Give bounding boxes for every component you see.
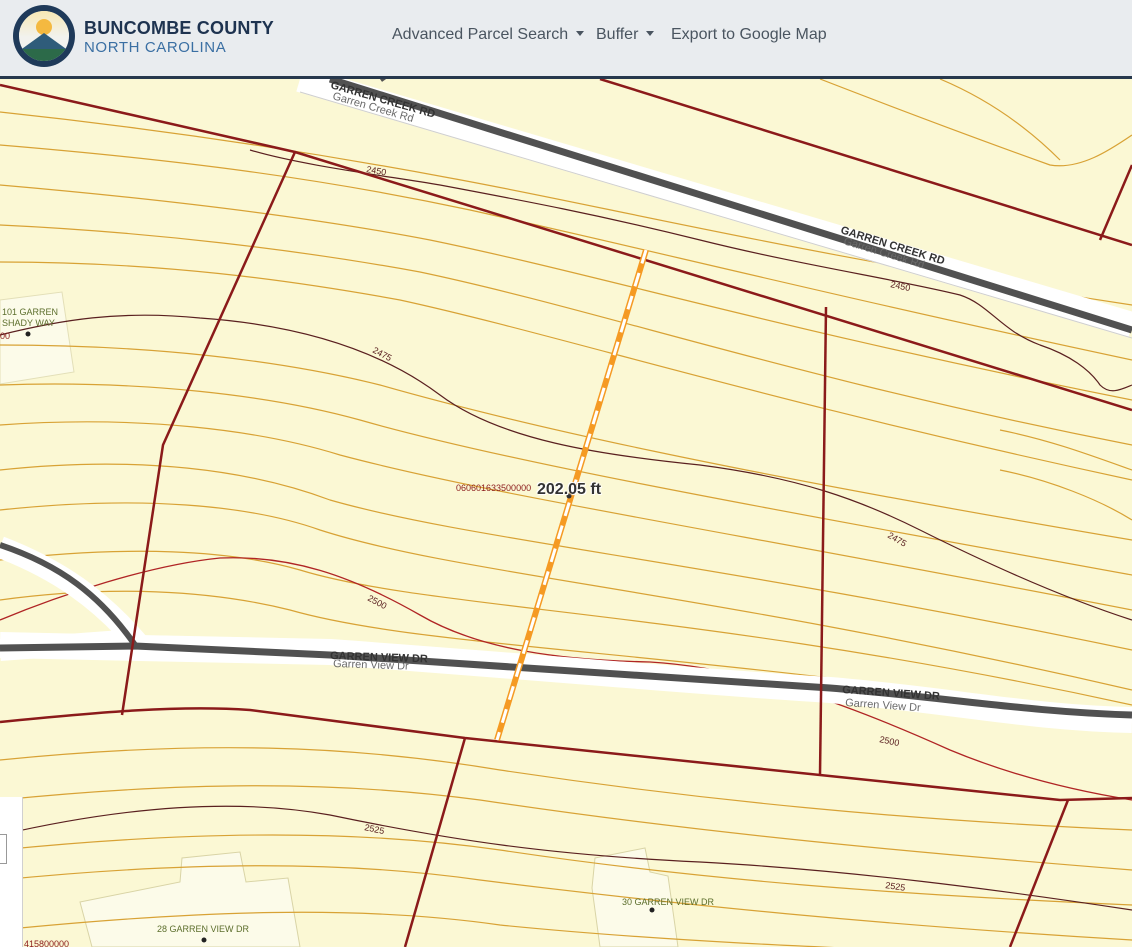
address-point — [25, 331, 31, 337]
chevron-down-icon — [576, 31, 585, 36]
brand-title[interactable]: BUNCOMBE COUNTY — [84, 18, 274, 39]
map-canvas[interactable]: GARREN CREEK RD Garren Creek Rd GARREN C… — [0, 79, 1132, 947]
address-point — [649, 907, 655, 913]
county-seal-icon — [19, 11, 69, 61]
nav-advanced-parcel-search[interactable]: Advanced Parcel Search — [392, 26, 585, 44]
nav-export-google-map[interactable]: Export to Google Map — [671, 26, 827, 44]
parcel-pin-label: 060601633500000 — [456, 483, 531, 493]
parcel-map[interactable]: GARREN CREEK RD Garren Creek Rd GARREN C… — [0, 79, 1132, 947]
nav-buffer-label: Buffer — [596, 26, 639, 43]
nav-advanced-parcel-search-label: Advanced Parcel Search — [392, 26, 569, 43]
address-point — [201, 937, 207, 943]
parcel-pin-label: 00 — [0, 331, 10, 341]
measurement-label: 202.05 ft — [537, 481, 602, 498]
top-navbar: BUNCOMBE COUNTY NORTH CAROLINA Advanced … — [0, 0, 1132, 79]
address-label: 30 GARREN VIEW DR — [622, 897, 715, 907]
brand-subtitle: NORTH CAROLINA — [84, 39, 227, 56]
address-label: 28 GARREN VIEW DR — [157, 924, 250, 934]
chevron-down-icon — [646, 31, 655, 36]
address-label: SHADY WAY — [2, 318, 55, 328]
address-label: 101 GARREN — [2, 307, 58, 317]
nav-export-google-map-label: Export to Google Map — [671, 26, 827, 43]
parcel-pin-label: 415800000 — [24, 939, 69, 947]
nav-buffer[interactable]: Buffer — [596, 26, 655, 44]
county-logo[interactable] — [13, 5, 75, 67]
panel-toggle[interactable] — [0, 834, 7, 864]
side-panel-edge[interactable] — [0, 797, 23, 947]
